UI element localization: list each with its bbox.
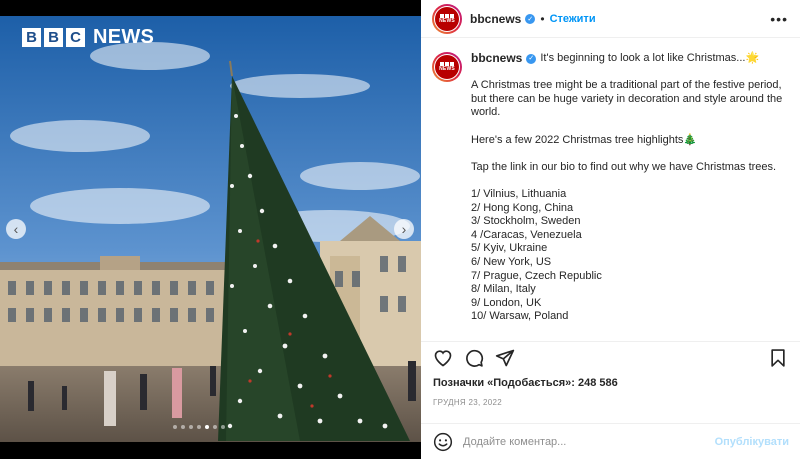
verified-badge-icon: ✓ (525, 13, 536, 24)
list-item: 4 /Caracas, Venezuela (471, 228, 582, 241)
avatar[interactable]: NEWS (432, 3, 462, 34)
comment-input[interactable] (463, 435, 703, 448)
christmas-tree-photo (0, 16, 421, 442)
bbc-news-logo: NEWS (435, 55, 459, 79)
carousel-dot (181, 425, 185, 429)
smiley-icon[interactable] (433, 432, 453, 452)
heart-icon[interactable] (433, 348, 453, 368)
carousel-indicator (173, 425, 225, 429)
verified-badge-icon: ✓ (526, 53, 537, 64)
bbc-news-logo: NEWS (435, 6, 459, 31)
caption-text: bbcnews ✓ It's beginning to look a lot l… (471, 51, 789, 341)
watermark-letter: C (66, 28, 85, 47)
post-actions (421, 341, 800, 373)
comment-icon[interactable] (464, 348, 484, 368)
sparkle-emoji: 🌟 (745, 52, 760, 64)
bookmark-icon[interactable] (768, 348, 788, 368)
post-media: B B C NEWS ‹ › (0, 0, 421, 459)
previous-slide-button[interactable]: ‹ (6, 219, 26, 239)
list-item: 10/ Warsaw, Poland (471, 310, 569, 323)
post-side-panel: NEWS bbcnews ✓ • Стежити ••• NEWS bbcnew… (421, 0, 800, 459)
share-icon[interactable] (495, 348, 515, 368)
watermark-letter: B (22, 28, 41, 47)
caption-paragraph: A Christmas tree might be a traditional … (471, 79, 783, 119)
follow-button[interactable]: Стежити (550, 13, 596, 25)
watermark-letter: B (44, 28, 63, 47)
christmas-tree-emoji: 🎄 (683, 133, 698, 146)
caption-paragraph: Here's a few 2022 Christmas tree highlig… (471, 133, 698, 146)
username-link[interactable]: bbcnews (470, 12, 521, 26)
list-item: 2/ Hong Kong, China (471, 201, 574, 214)
list-item: 6/ New York, US (471, 255, 552, 268)
list-item: 1/ Vilnius, Lithuania (471, 187, 567, 200)
list-item: 3/ Stockholm, Sweden (471, 215, 581, 228)
post-photo[interactable] (0, 16, 421, 442)
bbc-news-watermark: B B C NEWS (22, 26, 154, 49)
more-horizontal-icon[interactable]: ••• (770, 11, 788, 27)
carousel-dot (197, 425, 201, 429)
caption-first-line: It's beginning to look a lot like Christ… (540, 52, 746, 64)
carousel-dot (213, 425, 217, 429)
watermark-word: NEWS (93, 26, 155, 48)
chevron-left-icon: ‹ (13, 221, 19, 237)
publish-button[interactable]: Опублікувати (715, 436, 789, 448)
comment-bar: Опублікувати (421, 423, 800, 459)
chevron-right-icon: › (401, 221, 407, 237)
carousel-dot (189, 425, 193, 429)
post-caption: NEWS bbcnews ✓ It's beginning to look a … (421, 38, 800, 341)
city-list: 1/ Vilnius, Lithuania 2/ Hong Kong, Chin… (471, 188, 789, 324)
next-slide-button[interactable]: › (394, 219, 414, 239)
carousel-dot (173, 425, 177, 429)
carousel-dot (221, 425, 225, 429)
caption-avatar[interactable]: NEWS (432, 52, 462, 82)
list-item: 7/ Prague, Czech Republic (471, 269, 602, 282)
caption-username-link[interactable]: bbcnews (471, 51, 522, 66)
likes-count[interactable]: Позначки «Подобається»: 248 586 (433, 377, 618, 389)
list-item: 9/ London, UK (471, 296, 542, 309)
instagram-post: B B C NEWS ‹ › NEWS bbcnews ✓ • Стежити … (0, 0, 800, 459)
list-item: 8/ Milan, Italy (471, 283, 536, 296)
separator: • (540, 11, 545, 26)
post-header: NEWS bbcnews ✓ • Стежити ••• (421, 0, 800, 38)
caption-paragraph: Tap the link in our bio to find out why … (471, 160, 777, 173)
post-date[interactable]: ГРУДНЯ 23, 2022 (433, 398, 502, 407)
carousel-dot (205, 425, 209, 429)
list-item: 5/ Kyiv, Ukraine (471, 242, 548, 255)
